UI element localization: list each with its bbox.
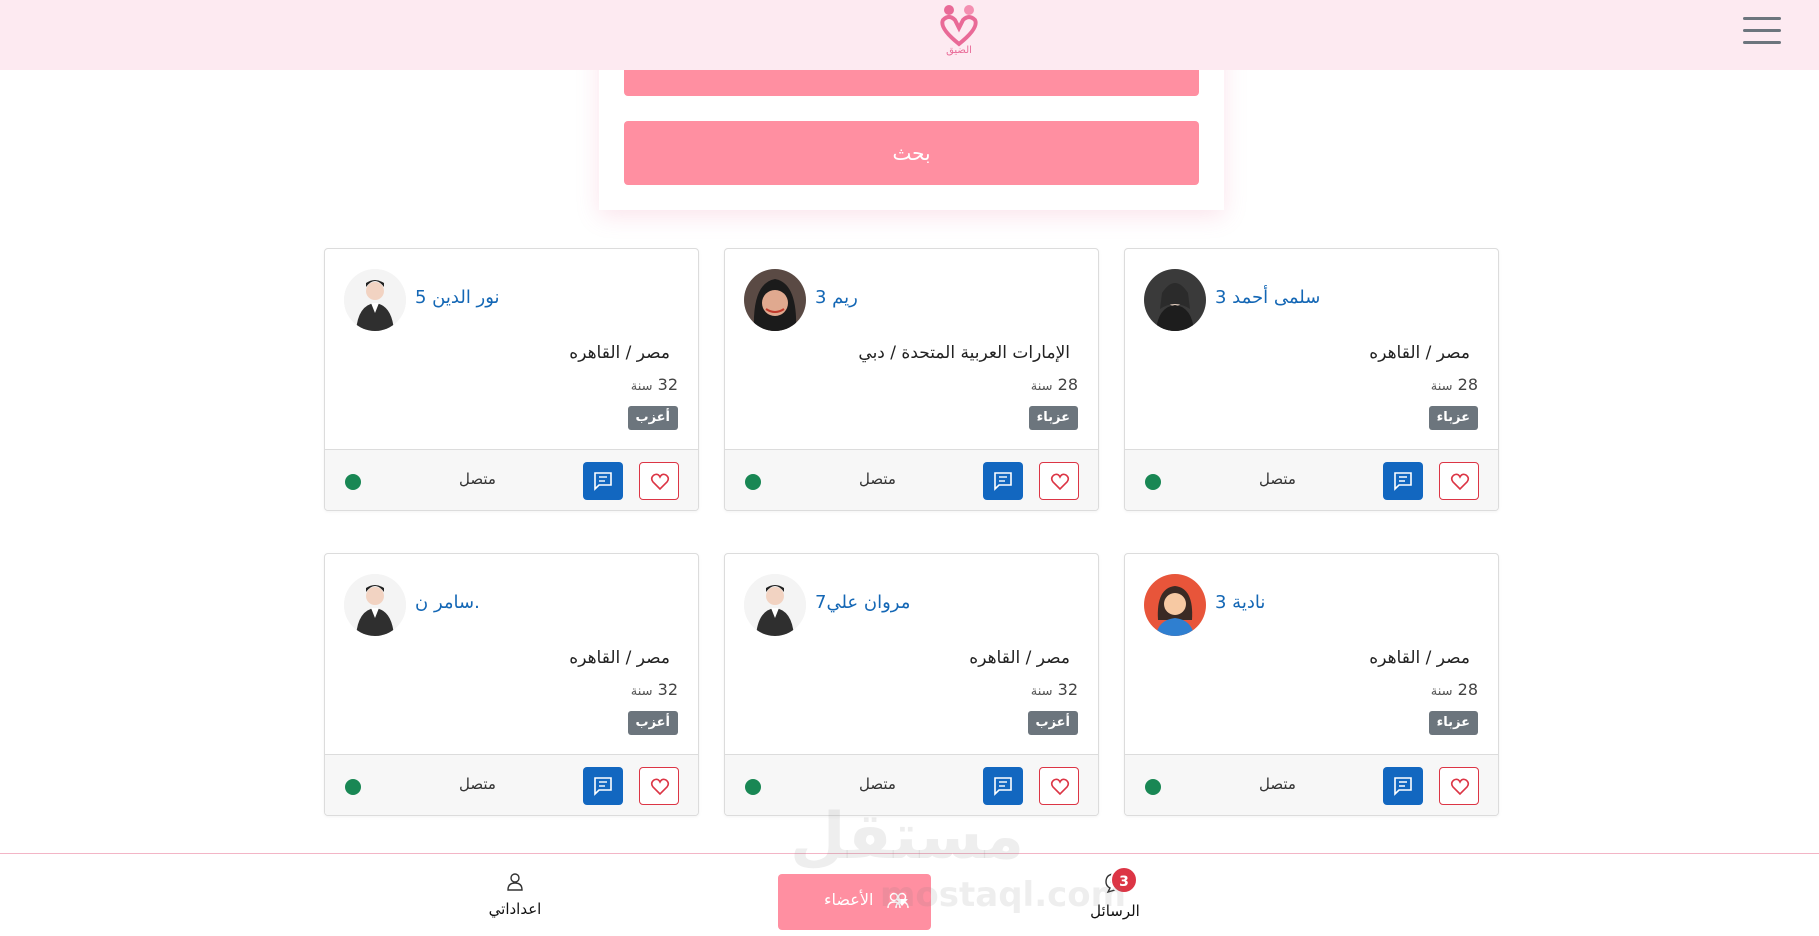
online-status-text: متصل [859,470,896,488]
member-name-link[interactable]: سلمى أحمد 3 [1215,287,1320,308]
online-status-text: متصل [859,775,896,793]
heart-icon [1050,778,1070,796]
heart-icon [1450,778,1470,796]
avatar[interactable] [1144,269,1206,331]
online-indicator-icon [745,779,761,795]
avatar[interactable] [744,269,806,331]
member-card: مروان علي7 مصر / القاهره 32 سنة أعزب متص… [724,553,1099,816]
member-age: 32 سنة [1030,680,1078,699]
online-indicator-icon [1145,779,1161,795]
member-age: 28 سنة [1430,375,1478,394]
female-default-avatar-icon [1144,574,1206,636]
online-indicator-icon [745,474,761,490]
marital-status-badge: عزباء [1428,406,1478,430]
member-location: مصر / القاهره [1369,343,1470,363]
male-default-avatar-icon [344,269,406,331]
member-name-link[interactable]: ريم 3 [815,287,858,308]
member-name-link[interactable]: مروان علي7 [815,592,910,613]
send-message-button[interactable] [1383,462,1423,500]
members-dropdown-button[interactable]: الأعضاء [778,874,931,930]
member-age: 28 سنة [1030,375,1078,394]
send-message-button[interactable] [583,462,623,500]
user-icon [507,873,523,891]
member-name-link[interactable]: نادية 3 [1215,592,1265,613]
female-headscarf-avatar-icon [744,269,806,331]
heart-icon [1050,473,1070,491]
member-location: مصر / القاهره [569,343,670,363]
member-location: مصر / القاهره [1369,648,1470,668]
people-icon [887,892,909,909]
online-status-text: متصل [1259,470,1296,488]
online-indicator-icon [1145,474,1161,490]
member-card: سلمى أحمد 3 مصر / القاهره 28 سنة عزباء م… [1124,248,1499,511]
nav-settings-label: اعداداتي [488,900,542,918]
female-hijab-avatar-icon [1144,269,1206,331]
send-message-button[interactable] [1383,767,1423,805]
marital-status-badge: أعزب [627,406,678,430]
member-name-link[interactable]: سامر ن. [415,592,480,613]
online-status-text: متصل [459,775,496,793]
menu-toggle-icon[interactable] [1743,17,1781,47]
marital-status-badge: أعزب [1027,711,1078,735]
online-status-text: متصل [1259,775,1296,793]
member-age: 32 سنة [630,375,678,394]
member-location: مصر / القاهره [969,648,1070,668]
send-message-button[interactable] [983,462,1023,500]
male-default-avatar-icon [744,574,806,636]
message-icon [994,472,1012,491]
avatar[interactable] [344,269,406,331]
heart-icon [650,778,670,796]
member-age: 28 سنة [1430,680,1478,699]
favorite-button[interactable] [639,767,679,805]
marital-status-badge: أعزب [627,711,678,735]
marital-status-badge: عزباء [1428,711,1478,735]
bottom-navigation: اعداداتي الأعضاء 3 الرسائل [0,853,1819,936]
site-logo[interactable]: الضيق [934,2,984,60]
logo-icon [940,5,978,47]
favorite-button[interactable] [1439,462,1479,500]
marital-status-badge: عزباء [1028,406,1078,430]
avatar[interactable] [344,574,406,636]
send-message-button[interactable] [583,767,623,805]
avatar[interactable] [1144,574,1206,636]
message-icon [994,777,1012,796]
member-name-link[interactable]: نور الدين 5 [415,287,500,308]
nav-settings[interactable]: اعداداتي [480,872,550,918]
heart-icon [650,473,670,491]
messages-count-badge: 3 [1110,866,1138,894]
logo-text: الضيق [946,45,972,56]
favorite-button[interactable] [639,462,679,500]
male-default-avatar-icon [344,574,406,636]
online-indicator-icon [345,474,361,490]
member-location: الإمارات العربية المتحدة / دبي [858,343,1070,363]
online-indicator-icon [345,779,361,795]
member-age: 32 سنة [630,680,678,699]
online-status-text: متصل [459,470,496,488]
nav-messages[interactable]: 3 الرسائل [1080,866,1150,920]
send-message-button[interactable] [983,767,1023,805]
nav-messages-label: الرسائل [1090,902,1140,920]
top-navbar: الضيق [0,0,1819,70]
heart-icon [1450,473,1470,491]
member-card: ريم 3 الإمارات العربية المتحدة / دبي 28 … [724,248,1099,511]
message-icon [1394,472,1412,491]
member-card: نادية 3 مصر / القاهره 28 سنة عزباء متصل [1124,553,1499,816]
message-icon [594,777,612,796]
search-button[interactable]: بحث [624,121,1199,185]
message-icon [594,472,612,491]
favorite-button[interactable] [1039,462,1079,500]
avatar[interactable] [744,574,806,636]
member-card: سامر ن. مصر / القاهره 32 سنة أعزب متصل [324,553,699,816]
members-label: الأعضاء [824,890,874,909]
member-location: مصر / القاهره [569,648,670,668]
message-icon [1394,777,1412,796]
member-card: نور الدين 5 مصر / القاهره 32 سنة أعزب مت… [324,248,699,511]
favorite-button[interactable] [1439,767,1479,805]
favorite-button[interactable] [1039,767,1079,805]
